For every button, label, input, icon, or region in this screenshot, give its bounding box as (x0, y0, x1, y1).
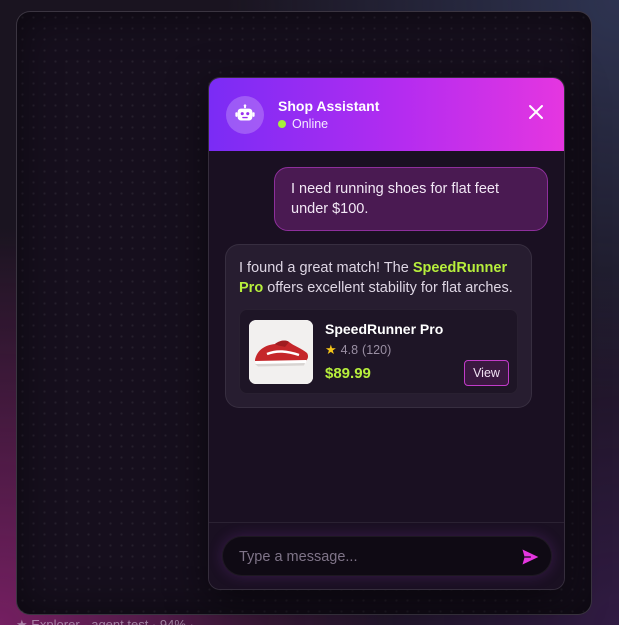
view-product-button[interactable]: View (464, 360, 509, 386)
product-rating: ★ 4.8 (120) (325, 340, 391, 360)
chat-widget: Shop Assistant Online I need running sho… (208, 77, 565, 590)
online-dot-icon (278, 120, 286, 128)
message-list: I need running shoes for flat feet under… (209, 151, 564, 522)
status-indicator: Online (278, 117, 328, 131)
bot-message-text: I found a great match! The SpeedRunner P… (239, 258, 518, 298)
product-price: $89.99 (325, 365, 371, 382)
message-input[interactable] (239, 537, 509, 577)
robot-icon (226, 96, 264, 134)
user-message: I need running shoes for flat feet under… (274, 167, 548, 231)
review-count: (120) (362, 343, 392, 357)
chat-input-area (209, 522, 564, 589)
send-button[interactable] (519, 546, 541, 568)
rating-value: 4.8 (340, 343, 359, 357)
product-card[interactable]: SpeedRunner Pro ★ 4.8 (120) $89.99 View (239, 309, 518, 394)
chat-title: Shop Assistant (278, 98, 380, 114)
send-icon (522, 549, 539, 565)
bot-text-prefix: I found a great match! The (239, 260, 413, 276)
bot-text-suffix: offers excellent stability for flat arch… (263, 280, 513, 296)
running-shoe-image (249, 320, 313, 384)
input-container (222, 536, 552, 577)
star-icon: ★ (325, 342, 337, 357)
product-name[interactable]: SpeedRunner Pro (325, 319, 443, 339)
bot-message: I found a great match! The SpeedRunner P… (225, 244, 532, 408)
close-button[interactable] (524, 100, 548, 124)
footnote-text: ★ Explorer - agent test · 94% · (16, 617, 194, 625)
chat-header: Shop Assistant Online (209, 78, 564, 151)
status-label: Online (292, 117, 329, 131)
close-icon (529, 105, 543, 119)
